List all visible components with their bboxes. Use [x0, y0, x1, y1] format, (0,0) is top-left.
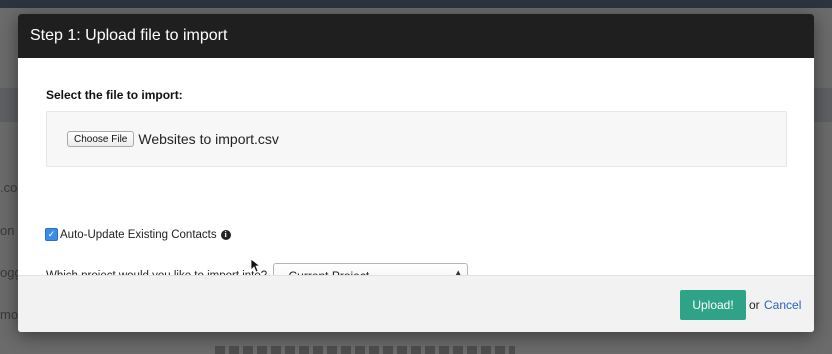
upload-button[interactable]: Upload! [680, 290, 746, 320]
cancel-link[interactable]: Cancel [764, 298, 801, 312]
mouse-cursor-icon [250, 258, 262, 273]
info-circle-icon[interactable]: i [220, 229, 231, 240]
or-text: or [749, 298, 760, 312]
background-top-bar [0, 0, 832, 8]
background-text-fragment: .co [0, 180, 18, 195]
modal-body: Select the file to import: Choose File W… [18, 58, 814, 288]
selected-file-name: Websites to import.csv [138, 131, 279, 147]
modal-title: Step 1: Upload file to import [30, 27, 228, 44]
file-input-area: Choose File Websites to import.csv [46, 111, 787, 167]
file-section-label: Select the file to import: [46, 88, 183, 102]
import-modal: Step 1: Upload file to import Select the… [18, 14, 814, 332]
modal-header: Step 1: Upload file to import [18, 14, 814, 58]
modal-footer: Upload! or Cancel [18, 275, 814, 332]
background-bottom-strip [215, 346, 515, 354]
auto-update-checkbox[interactable]: ✓ [45, 228, 58, 241]
background-text-fragment: on [0, 223, 15, 238]
choose-file-button[interactable]: Choose File [67, 131, 135, 147]
auto-update-label[interactable]: Auto-Update Existing Contacts [60, 229, 217, 241]
auto-update-row: ✓ Auto-Update Existing Contacts i [45, 228, 231, 241]
checkmark-icon: ✓ [47, 229, 56, 239]
